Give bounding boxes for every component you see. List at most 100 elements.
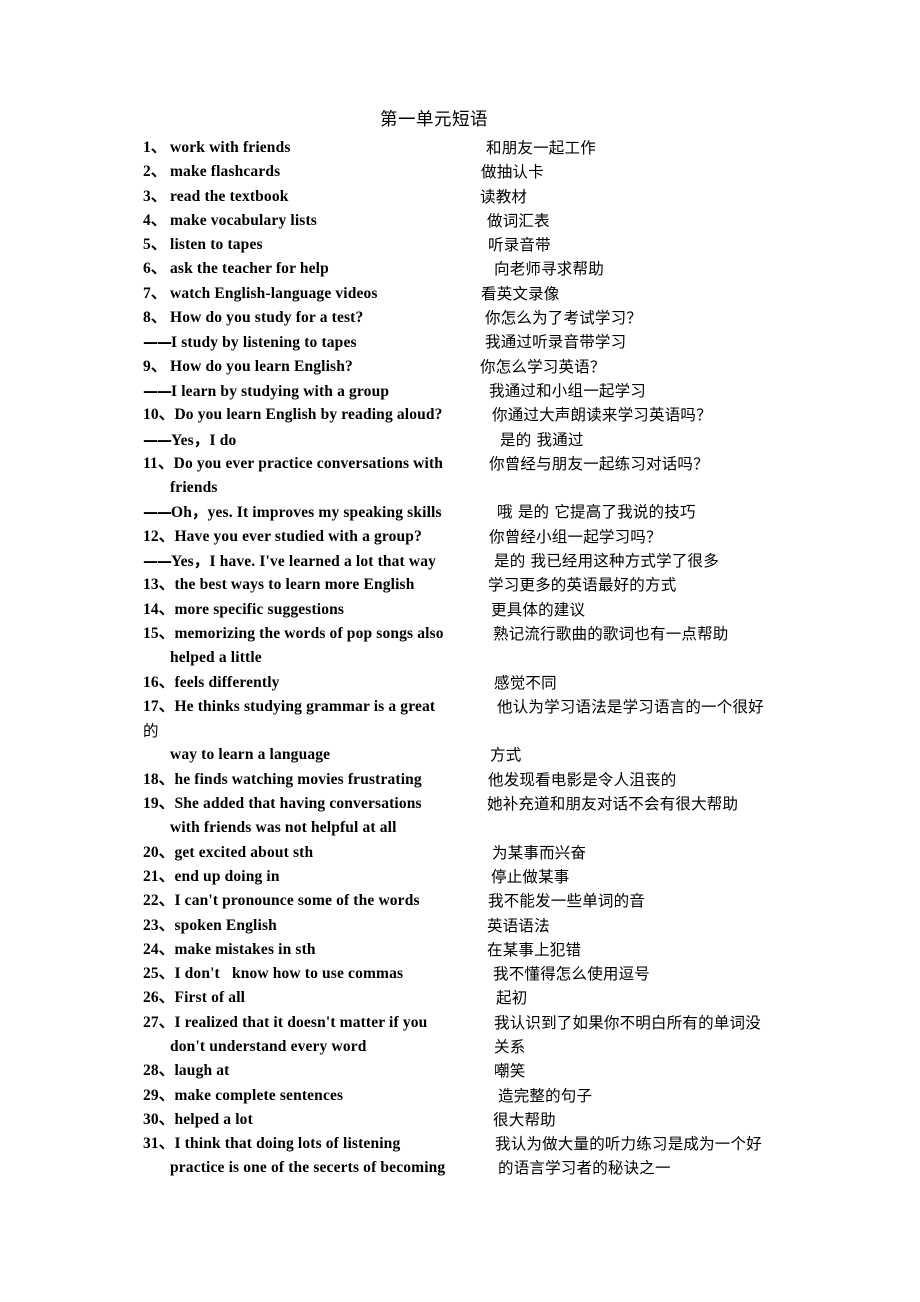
- english-phrase: 17、He thinks studying grammar is a great: [143, 695, 435, 719]
- english-phrase: 23、spoken English: [143, 914, 277, 938]
- english-text: Yes，I do: [171, 431, 237, 449]
- phrase-row: 6、 ask the teacher for help 向老师寻求帮助: [143, 257, 903, 281]
- item-number: 13、: [143, 576, 175, 594]
- phrase-row: 8、 How do you study for a test? 你怎么为了考试学习？: [143, 306, 903, 330]
- phrase-row: practice is one of the secerts of becomi…: [143, 1156, 903, 1180]
- chinese-translation: 你曾经小组一起学习吗？: [489, 527, 662, 546]
- item-number: 21、: [143, 867, 175, 885]
- english-text: Have you ever studied with a group?: [174, 527, 422, 545]
- chinese-translation: 他发现看电影是令人沮丧的: [488, 770, 677, 789]
- phrase-row: 7、 watch English-language videos 看英文录像: [143, 282, 903, 306]
- english-phrase: 25、I don't know how to use commas: [143, 962, 403, 986]
- item-number: 28、: [143, 1062, 175, 1080]
- english-text: Do you learn English by reading aloud?: [174, 406, 443, 424]
- english-phrase: 21、end up doing in: [143, 865, 280, 889]
- chinese-translation: 你怎么学习英语？: [480, 357, 606, 376]
- english-text: end up doing in: [174, 867, 280, 885]
- english-phrase: 1、 work with friends: [143, 136, 291, 160]
- english-phrase: 3、 read the textbook: [143, 185, 289, 209]
- item-number: 11、: [143, 454, 174, 472]
- phrase-row: 9、 How do you learn English? 你怎么学习英语？: [143, 355, 903, 379]
- item-number: 29、: [143, 1086, 175, 1104]
- english-text: get excited about sth: [174, 843, 314, 861]
- chinese-translation: 做抽认卡: [481, 163, 544, 182]
- english-text: with friends was not helpful at all: [170, 819, 397, 837]
- english-text: way to learn a language: [170, 746, 331, 764]
- english-phrase: 15、memorizing the words of pop songs als…: [143, 622, 444, 646]
- english-phrase: 31、I think that doing lots of listening: [143, 1132, 400, 1156]
- english-text: I don't know how to use commas: [174, 965, 404, 983]
- phrase-row: ——Yes，I have. I've learned a lot that wa…: [143, 549, 903, 573]
- phrase-row: ——Oh，yes. It improves my speaking skills…: [143, 500, 903, 524]
- english-phrase: 27、I realized that it doesn't matter if …: [143, 1011, 427, 1035]
- chinese-translation: 我认为做大量的听力练习是成为一个好: [495, 1135, 762, 1154]
- phrase-row: 4、 make vocabulary lists 做词汇表: [143, 209, 903, 233]
- item-number: 19、: [143, 795, 175, 813]
- english-text: How do you study for a test?: [170, 309, 364, 327]
- english-text: friends: [170, 479, 218, 497]
- english-phrase: friends: [170, 476, 218, 500]
- item-number: 6、: [143, 260, 167, 278]
- phrase-row: 1、 work with friends 和朋友一起工作: [143, 136, 903, 160]
- chinese-translation: 我通过和小组一起学习: [489, 381, 647, 400]
- chinese-translation: 造完整的句子: [498, 1086, 593, 1105]
- english-phrase: ——I learn by studying with a group: [143, 379, 389, 404]
- item-number: 12、: [143, 527, 175, 545]
- english-phrase: 5、 listen to tapes: [143, 233, 263, 257]
- phrase-row: 2、 make flashcards 做抽认卡: [143, 160, 903, 184]
- phrase-row: 14、more specific suggestions 更具体的建议: [143, 598, 903, 622]
- item-number: 30、: [143, 1110, 175, 1128]
- english-phrase: 7、 watch English-language videos: [143, 282, 378, 306]
- english-phrase: don't understand every word: [170, 1035, 367, 1059]
- chinese-translation: 起初: [496, 989, 528, 1008]
- phrase-row: 23、spoken English 英语语法: [143, 914, 903, 938]
- english-phrase: 26、First of all: [143, 986, 245, 1010]
- english-text: I can't pronounce some of the words: [174, 892, 420, 910]
- phrase-row: ——I study by listening to tapes 我通过听录音带学习: [143, 330, 903, 354]
- english-phrase: 12、Have you ever studied with a group?: [143, 525, 422, 549]
- english-phrase: 20、get excited about sth: [143, 841, 313, 865]
- chinese-translation: 我不懂得怎么使用逗号: [493, 965, 651, 984]
- english-text: more specific suggestions: [174, 600, 345, 618]
- english-phrase: ——Yes，I do: [143, 428, 236, 453]
- english-phrase: 28、laugh at: [143, 1059, 230, 1083]
- phrase-row: 21、end up doing in 停止做某事: [143, 865, 903, 889]
- english-phrase: 18、he finds watching movies frustrating: [143, 768, 422, 792]
- item-number: 23、: [143, 916, 175, 934]
- english-text: ask the teacher for help: [170, 260, 329, 278]
- english-phrase: 16、feels differently: [143, 671, 280, 695]
- phrase-row: 11、Do you ever practice conversations wi…: [143, 452, 903, 476]
- chinese-translation: 很大帮助: [493, 1110, 556, 1129]
- chinese-translation: 在某事上犯错: [487, 940, 582, 959]
- english-text: How do you learn English?: [170, 357, 353, 375]
- phrase-row: 19、She added that having conversations 她补…: [143, 792, 903, 816]
- chinese-translation: 你怎么为了考试学习？: [485, 309, 643, 328]
- phrase-list: 1、 work with friends 和朋友一起工作 2、 make flashca…: [143, 136, 903, 1181]
- phrase-row: 10、Do you learn English by reading aloud…: [143, 403, 903, 427]
- chinese-translation: 关系: [494, 1037, 526, 1056]
- english-text: helped a little: [170, 649, 262, 667]
- english-text: he finds watching movies frustrating: [174, 770, 422, 788]
- english-phrase: 6、 ask the teacher for help: [143, 257, 329, 281]
- chinese-translation: 英语语法: [487, 916, 550, 935]
- english-text: helped a lot: [174, 1110, 253, 1128]
- item-number: 4、: [143, 211, 167, 229]
- item-number: 31、: [143, 1135, 175, 1153]
- item-number: 1、: [143, 139, 167, 156]
- wrapped-character: 的: [143, 722, 159, 741]
- phrase-row: 18、he finds watching movies frustrating 他…: [143, 768, 903, 792]
- english-text: I learn by studying with a group: [171, 382, 390, 400]
- english-text: feels differently: [174, 673, 280, 691]
- item-number: 9、: [143, 357, 167, 375]
- english-text: He thinks studying grammar is a great: [174, 697, 436, 715]
- chinese-translation: 感觉不同: [494, 673, 557, 692]
- phrase-row: 13、the best ways to learn more English 学习…: [143, 573, 903, 597]
- phrase-row: 12、Have you ever studied with a group? 你曾…: [143, 525, 903, 549]
- english-text: spoken English: [174, 916, 277, 934]
- item-number: 14、: [143, 600, 175, 618]
- english-text: the best ways to learn more English: [174, 576, 415, 594]
- item-number: 5、: [143, 236, 167, 254]
- phrase-row: 27、I realized that it doesn't matter if …: [143, 1011, 903, 1035]
- chinese-translation: 学习更多的英语最好的方式: [488, 576, 677, 595]
- english-text: make vocabulary lists: [170, 211, 317, 229]
